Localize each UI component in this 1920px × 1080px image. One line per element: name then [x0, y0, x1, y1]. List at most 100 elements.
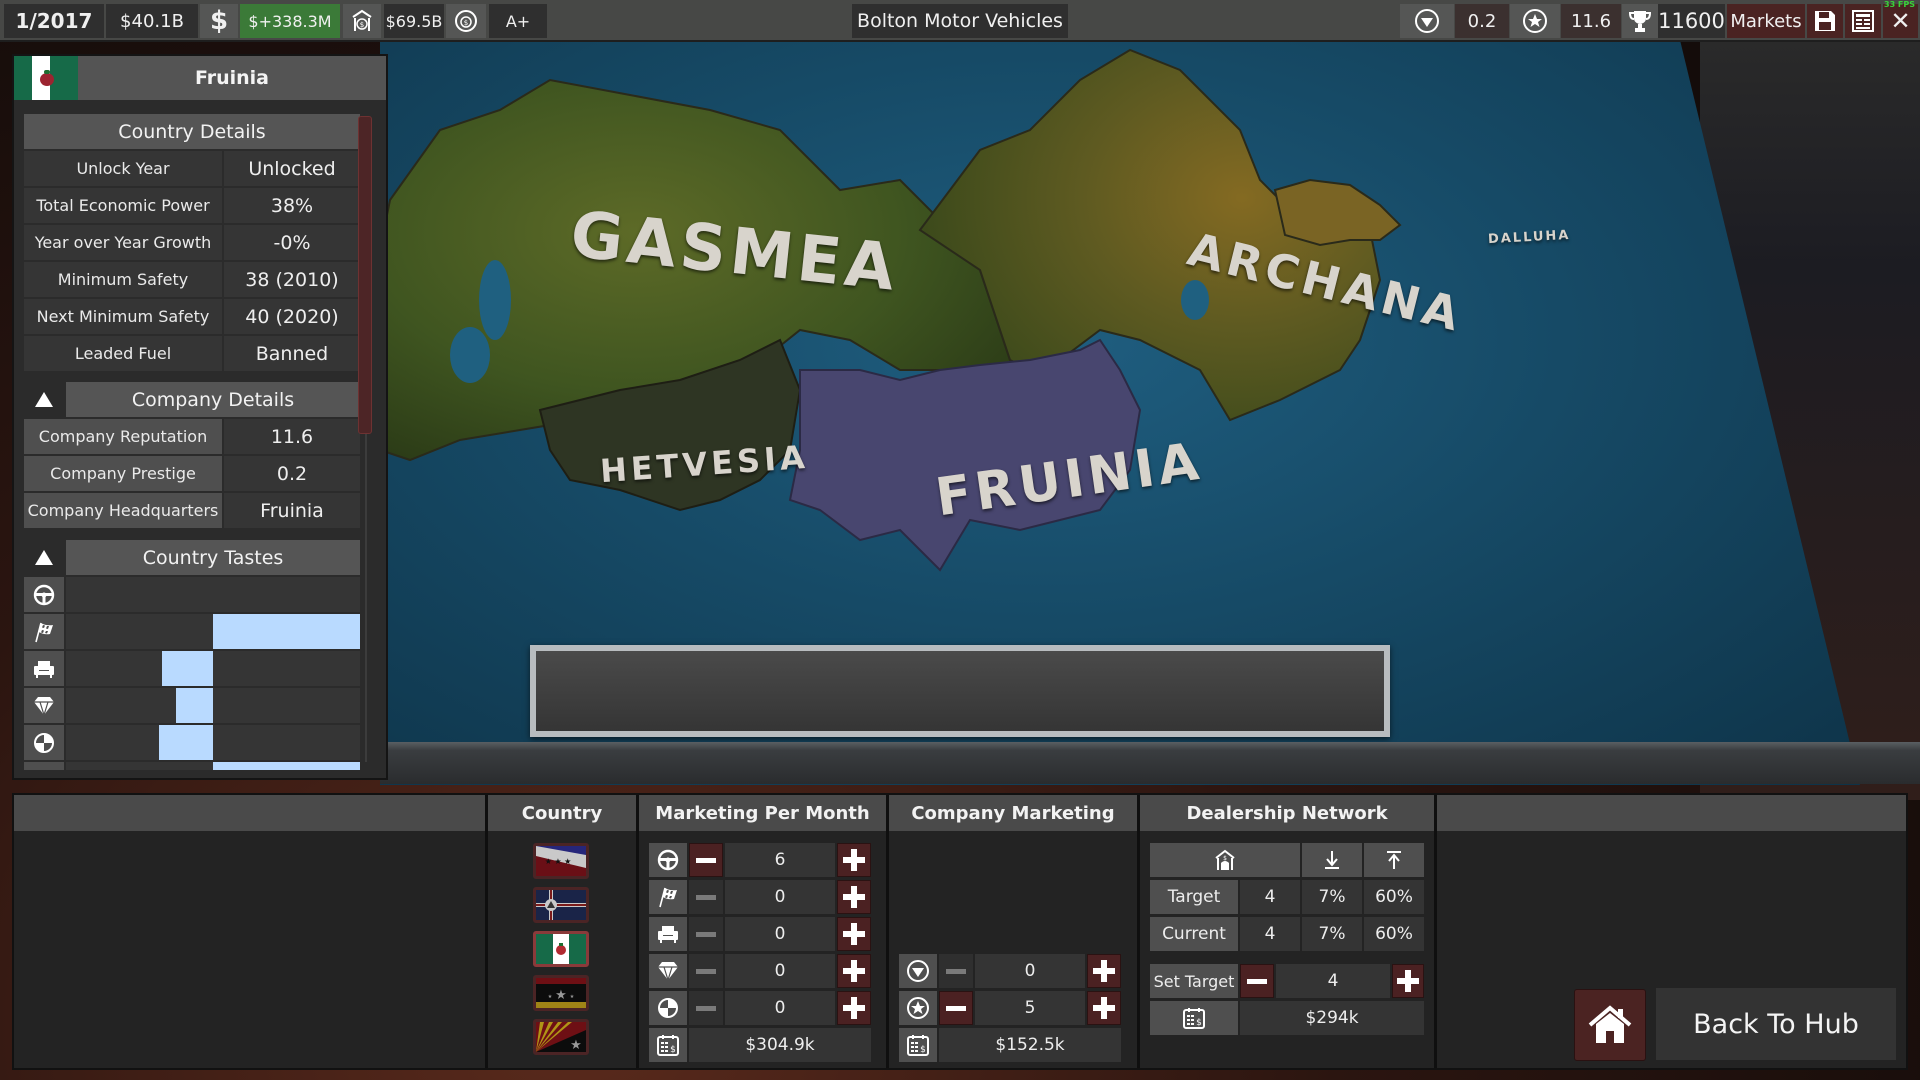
- marketing-increase-button[interactable]: [837, 880, 871, 914]
- taste-row: [24, 725, 360, 760]
- target-pct-b: 60%: [1364, 880, 1424, 914]
- steering-wheel-icon: [24, 577, 64, 612]
- company-marketing-monthly-cost: $152.5k: [939, 1028, 1121, 1062]
- home-icon: [1588, 1005, 1632, 1043]
- company-marketing-value[interactable]: 5: [975, 991, 1085, 1025]
- dealership-cost-calendar-icon: $: [1150, 1001, 1238, 1035]
- fps-counter: 33 FPS: [1884, 0, 1916, 9]
- marketing-value[interactable]: 0: [725, 917, 835, 951]
- target-label: Target: [1150, 880, 1238, 914]
- plus-icon: [1397, 970, 1419, 992]
- company-details-collapse-toggle[interactable]: [24, 382, 64, 417]
- taste-bar: [213, 614, 360, 649]
- detail-value: 38%: [224, 188, 360, 223]
- dollar-icon[interactable]: $: [200, 4, 238, 38]
- set-target-label: Set Target: [1150, 964, 1238, 998]
- flag-navy-cross-emblem[interactable]: [533, 887, 589, 923]
- company-marketing-decrease-button[interactable]: [939, 954, 973, 988]
- save-button[interactable]: [1807, 4, 1843, 38]
- detail-value: -0%: [224, 225, 360, 260]
- detail-row: Next Minimum Safety 40 (2020): [24, 299, 360, 334]
- trophy-icon[interactable]: [1622, 4, 1658, 38]
- company-row: Company Headquarters Fruinia: [24, 493, 360, 528]
- marketing-increase-button[interactable]: [837, 954, 871, 988]
- racing-flag-icon: [649, 880, 687, 914]
- set-target-value[interactable]: 4: [1276, 964, 1390, 998]
- marketing-decrease-button[interactable]: [689, 917, 723, 951]
- marketing-per-month-column: Marketing Per Month 6 0 0 0 0 $ $304.9k: [639, 795, 886, 1068]
- target-pct-a: 7%: [1302, 880, 1362, 914]
- cash-display: $40.1B: [106, 4, 198, 38]
- marketing-increase-button[interactable]: [837, 843, 871, 877]
- marketing-value[interactable]: 0: [725, 991, 835, 1025]
- minus-icon: [696, 968, 716, 974]
- marketing-increase-button[interactable]: [837, 917, 871, 951]
- country-tastes-collapse-toggle[interactable]: [24, 540, 64, 575]
- bank-value-icon[interactable]: $: [343, 4, 381, 38]
- flag-sunburst-star[interactable]: ★: [533, 1019, 589, 1055]
- flag-blue-white-red-stars[interactable]: ★ ★ ★: [533, 843, 589, 879]
- minus-icon: [1247, 978, 1267, 984]
- country-info-panel: Fruinia Country Details Unlock Year Unloc…: [12, 54, 388, 780]
- detail-row: Unlock Year Unlocked: [24, 151, 360, 186]
- taste-row: [24, 651, 360, 686]
- calendar-cost-icon: $: [649, 1028, 687, 1062]
- company-marketing-increase-button[interactable]: [1087, 991, 1121, 1025]
- company-value: 11.6: [224, 419, 360, 454]
- taste-bar-track: [66, 614, 360, 649]
- diamond-luxury-icon: [24, 688, 64, 723]
- collapse-triangle-icon: [35, 550, 53, 565]
- marketing-value[interactable]: 0: [725, 880, 835, 914]
- svg-text:★: ★: [570, 1038, 582, 1052]
- company-marketing-value[interactable]: 0: [975, 954, 1085, 988]
- marketing-value[interactable]: 6: [725, 843, 835, 877]
- current-count: 4: [1240, 917, 1300, 951]
- set-target-decrease-button[interactable]: [1240, 964, 1274, 998]
- detail-label: Minimum Safety: [24, 262, 222, 297]
- layout-button[interactable]: [1845, 4, 1881, 38]
- dealership-network-header: Dealership Network: [1140, 795, 1434, 831]
- detail-row: Minimum Safety 38 (2010): [24, 262, 360, 297]
- company-label: Company Prestige: [24, 456, 222, 491]
- marketing-decrease-button[interactable]: [689, 991, 723, 1025]
- dealership-monthly-cost: $294k: [1240, 1001, 1424, 1035]
- marketing-decrease-button[interactable]: [689, 954, 723, 988]
- taste-bar: [158, 725, 213, 760]
- date-display: 1/2017: [4, 4, 104, 38]
- calendar-cost-icon: $: [899, 1028, 937, 1062]
- flag-black-red-gold-star[interactable]: ★ ★ ★: [533, 975, 589, 1011]
- detail-row: Leaded Fuel Banned: [24, 336, 360, 371]
- close-icon: ✕: [1890, 7, 1911, 35]
- panel-scrollbar-thumb[interactable]: [358, 116, 372, 434]
- svg-text:$: $: [1223, 855, 1227, 862]
- svg-text:$: $: [360, 21, 364, 29]
- marketing-value[interactable]: 0: [725, 954, 835, 988]
- diamond-prestige-icon: [899, 954, 937, 988]
- set-target-increase-button[interactable]: [1392, 964, 1424, 998]
- download-icon: [1302, 843, 1362, 877]
- company-label: Company Reputation: [24, 419, 222, 454]
- marketing-decrease-button[interactable]: [689, 843, 723, 877]
- plus-icon: [843, 997, 865, 1019]
- marketing-per-month-header: Marketing Per Month: [639, 795, 886, 831]
- current-pct-a: 7%: [1302, 917, 1362, 951]
- markets-button[interactable]: Markets: [1727, 4, 1805, 38]
- diamond-icon[interactable]: [1400, 4, 1454, 38]
- home-button[interactable]: [1574, 989, 1646, 1061]
- company-details-header[interactable]: Company Details: [66, 382, 360, 417]
- close-button[interactable]: ✕: [1883, 4, 1918, 38]
- flag-fruinia-tomato[interactable]: [533, 931, 589, 967]
- taste-bar: [213, 762, 360, 770]
- coin-rating-icon[interactable]: $: [446, 4, 486, 38]
- back-to-hub-button[interactable]: Back To Hub: [1656, 988, 1896, 1060]
- company-value: $69.5B: [384, 4, 444, 38]
- company-marketing-increase-button[interactable]: [1087, 954, 1121, 988]
- marketing-decrease-button[interactable]: [689, 880, 723, 914]
- company-marketing-decrease-button[interactable]: [939, 991, 973, 1025]
- taste-bar-track: [66, 651, 360, 686]
- country-panel-header: Fruinia: [14, 56, 386, 100]
- country-tastes-header[interactable]: Country Tastes: [66, 540, 360, 575]
- marketing-increase-button[interactable]: [837, 991, 871, 1025]
- taste-bar-track: [66, 577, 360, 612]
- star-icon[interactable]: [1510, 4, 1560, 38]
